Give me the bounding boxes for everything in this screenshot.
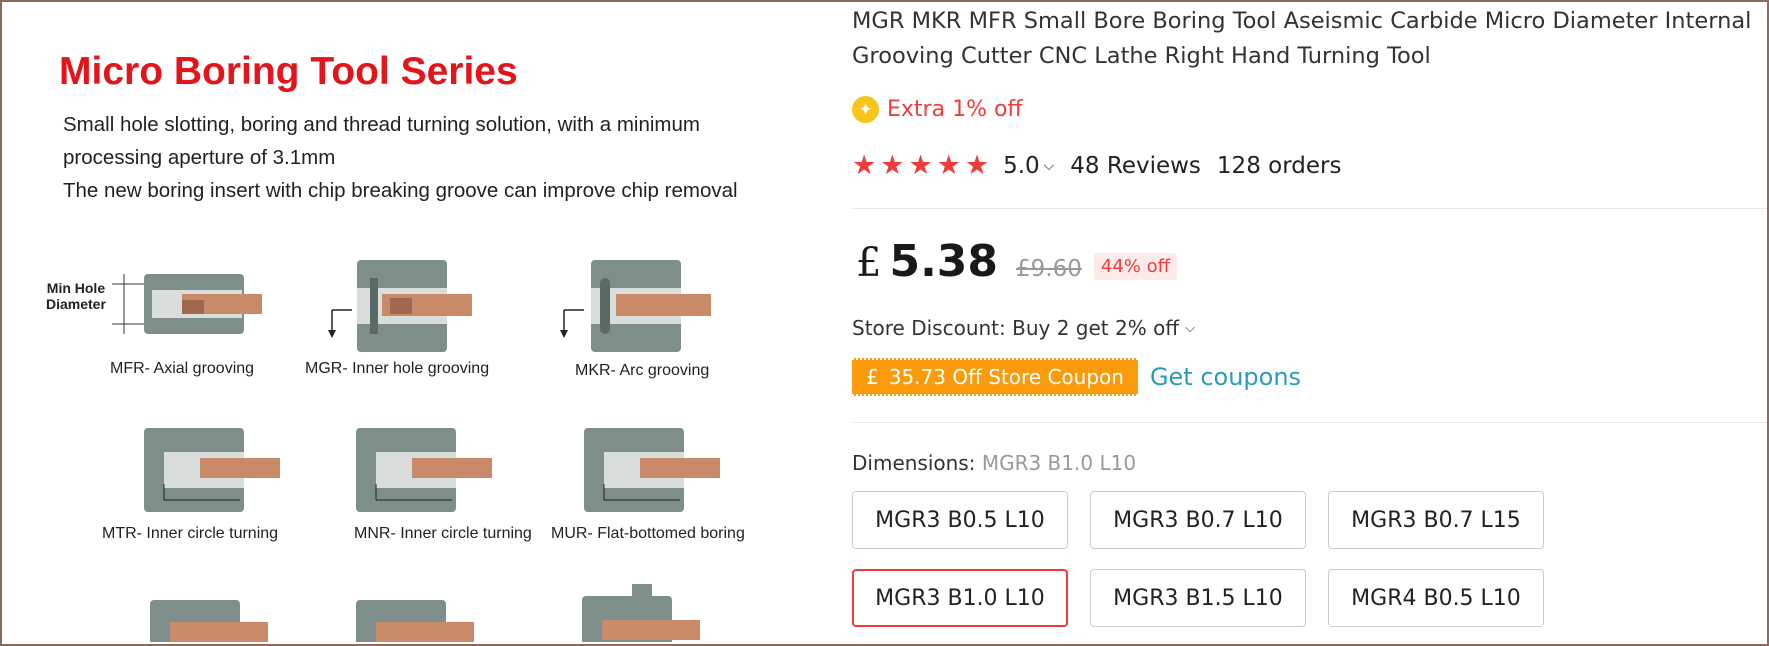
dimension-option[interactable]: MGR4 B0.5 L10: [1328, 569, 1544, 627]
mkr-diagram: [560, 260, 711, 352]
dimension-option[interactable]: MGR3 B0.7 L10: [1090, 491, 1306, 549]
coupon-currency: £: [866, 365, 879, 389]
diagram-label-mtr: MTR- Inner circle turning: [102, 525, 279, 542]
mfr-diagram: [112, 274, 262, 334]
dimension-option[interactable]: MGR3 B1.5 L10: [1090, 569, 1306, 627]
star-icon: ★: [852, 150, 877, 181]
row3-diagram-1: [150, 600, 268, 642]
dimensions-label-text: Dimensions:: [852, 451, 976, 475]
discount-badge: 44% off: [1093, 253, 1178, 280]
diagram-label-mnr: MNR- Inner circle turning: [354, 525, 532, 542]
diagram-label-mfr: MFR- Axial grooving: [110, 360, 255, 377]
rating-score-dropdown[interactable]: 5.0 ⌵: [1003, 153, 1054, 179]
star-icon: ★: [908, 150, 933, 181]
price-row: £ 5.38 £9.60 44% off: [856, 236, 1178, 287]
promo-desc-line2: The new boring insert with chip breaking…: [63, 179, 738, 202]
dimension-option[interactable]: MGR3 B0.5 L10: [852, 491, 1068, 549]
diagram-label-mur: MUR- Flat-bottomed boring: [551, 525, 745, 542]
divider: [852, 422, 1767, 423]
coupon-text: 35.73 Off Store Coupon: [888, 365, 1124, 389]
orders-count: 128 orders: [1216, 152, 1342, 179]
promo-desc-line1: Small hole slotting, boring and thread t…: [63, 113, 700, 169]
row3-diagram-2: [356, 600, 474, 642]
star-icon: ★: [880, 150, 905, 181]
row3-diagram-3: [582, 584, 700, 642]
rating-score: 5.0: [1003, 152, 1040, 179]
extra-discount: ✦ Extra 1% off: [852, 96, 1023, 123]
product-image[interactable]: Micro Boring Tool Series Small hole slot…: [2, 2, 843, 642]
promo-title: Micro Boring Tool Series: [59, 50, 518, 93]
diagram-label-mkr: MKR- Arc grooving: [575, 362, 710, 379]
chevron-down-icon: ⌵: [1185, 320, 1195, 336]
product-title: MGR MKR MFR Small Bore Boring Tool Aseis…: [852, 8, 1752, 69]
reviews-link[interactable]: 48 Reviews: [1070, 153, 1201, 179]
rating-stars: ★ ★ ★ ★ ★: [852, 152, 989, 179]
star-icon: ★: [936, 150, 961, 181]
mtr-diagram: [144, 428, 280, 512]
chevron-down-icon: ⌵: [1043, 157, 1055, 174]
coupon-row: £ 35.73 Off Store Coupon Get coupons: [852, 358, 1301, 396]
current-price: 5.38: [889, 236, 999, 287]
extra-discount-text: Extra 1% off: [887, 97, 1023, 122]
mgr-diagram: [328, 260, 472, 352]
promo-description: Small hole slotting, boring and thread t…: [63, 108, 783, 207]
original-price: £9.60: [1016, 256, 1082, 282]
divider: [852, 208, 1767, 209]
diagram-label-mgr: MGR- Inner hole grooving: [305, 360, 490, 377]
store-coupon-badge[interactable]: £ 35.73 Off Store Coupon: [852, 358, 1138, 396]
store-discount[interactable]: Store Discount: Buy 2 get 2% off ⌵: [852, 316, 1195, 340]
min-hole-label: Min Hole Diameter: [46, 280, 106, 312]
currency-symbol: £: [856, 240, 882, 286]
star-icon: ★: [964, 150, 990, 181]
dimensions-selected-value: MGR3 B1.0 L10: [981, 451, 1137, 475]
rating-row: ★ ★ ★ ★ ★ 5.0 ⌵ 48 Reviews 128 orders: [852, 152, 1341, 179]
coin-icon: ✦: [852, 96, 879, 123]
store-discount-text: Store Discount: Buy 2 get 2% off: [852, 316, 1180, 340]
dimension-option-selected[interactable]: MGR3 B1.0 L10: [852, 569, 1068, 627]
dimensions-label: Dimensions: MGR3 B1.0 L10: [852, 451, 1136, 475]
dimension-option[interactable]: MGR3 B0.7 L15: [1328, 491, 1544, 549]
mur-diagram: [584, 428, 720, 512]
dimension-options: MGR3 B0.5 L10 MGR3 B0.7 L10 MGR3 B0.7 L1…: [852, 491, 1544, 627]
mnr-diagram: [356, 428, 492, 512]
get-coupons-link[interactable]: Get coupons: [1150, 363, 1301, 391]
product-info-panel: MGR MKR MFR Small Bore Boring Tool Aseis…: [850, 0, 1767, 646]
